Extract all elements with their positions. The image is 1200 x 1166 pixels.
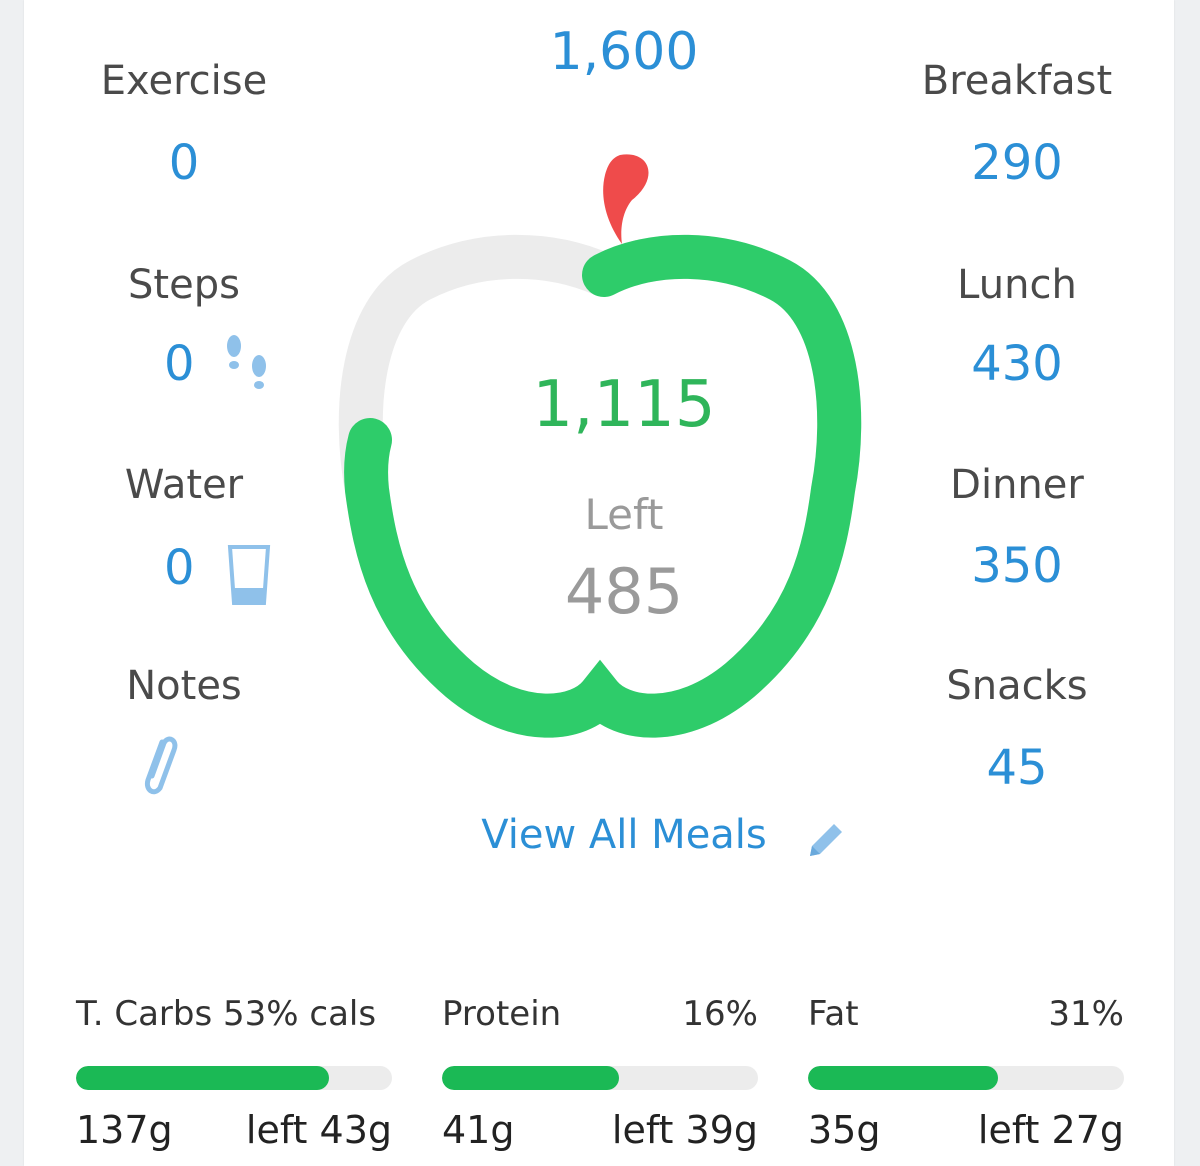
lunch-label: Lunch <box>957 262 1077 308</box>
apple-progress-ring[interactable] <box>300 140 900 760</box>
fat-bar <box>808 1066 1124 1090</box>
apple-ring-progress <box>344 234 862 738</box>
exercise-value[interactable]: 0 <box>54 135 314 191</box>
dinner-label: Dinner <box>950 462 1084 508</box>
fat-bar-fill <box>808 1066 998 1090</box>
breakfast-label: Breakfast <box>921 58 1113 104</box>
exercise-label: Exercise <box>100 58 268 104</box>
carbs-grams: 137g <box>76 1108 173 1152</box>
snacks-label: Snacks <box>946 663 1088 709</box>
dinner-value[interactable]: 350 <box>887 538 1147 594</box>
protein-grams: 41g <box>442 1108 515 1152</box>
protein-label: Protein <box>442 994 562 1034</box>
pencil-icon[interactable] <box>802 818 848 864</box>
water-row[interactable]: 0 <box>54 540 314 605</box>
calories-left-label: Left <box>584 490 664 539</box>
notes-label: Notes <box>126 663 242 709</box>
steps-label: Steps <box>128 262 240 308</box>
carbs-label: T. Carbs 53% cals <box>76 994 377 1034</box>
protein-bar <box>442 1066 758 1090</box>
carbs-bar-fill <box>76 1066 329 1090</box>
water-label: Water <box>124 462 244 508</box>
view-all-meals-link[interactable]: View All Meals <box>424 812 824 858</box>
fat-grams: 35g <box>808 1108 881 1152</box>
carbs-bar <box>76 1066 392 1090</box>
calorie-goal[interactable]: 1,600 <box>424 22 824 82</box>
macros-section: T. Carbs 53% cals 137g left 43g Protein … <box>76 990 1136 1166</box>
fat-left: left 27g <box>977 1108 1124 1152</box>
fat-label: Fat <box>808 994 859 1034</box>
paperclip-icon[interactable] <box>134 730 184 800</box>
breakfast-value[interactable]: 290 <box>887 135 1147 191</box>
steps-row[interactable]: 0 <box>54 335 314 396</box>
water-glass-icon <box>227 545 271 605</box>
carbs-left: left 43g <box>245 1108 392 1152</box>
apple-leaf-icon <box>603 154 649 244</box>
protein-bar-fill <box>442 1066 619 1090</box>
daily-summary-card: 1,600 Exercise 0 Steps 0 Water 0 Notes B… <box>24 0 1174 1166</box>
protein-left: left 39g <box>611 1108 758 1152</box>
snacks-value[interactable]: 45 <box>887 740 1147 796</box>
protein-pct: 16% <box>682 994 758 1034</box>
fat-pct: 31% <box>1048 994 1124 1034</box>
lunch-value[interactable]: 430 <box>887 336 1147 392</box>
water-value: 0 <box>164 540 195 596</box>
calories-left-value: 485 <box>564 555 684 628</box>
footprints-icon <box>227 335 266 389</box>
calories-consumed: 1,115 <box>532 368 716 442</box>
steps-value: 0 <box>164 336 195 392</box>
